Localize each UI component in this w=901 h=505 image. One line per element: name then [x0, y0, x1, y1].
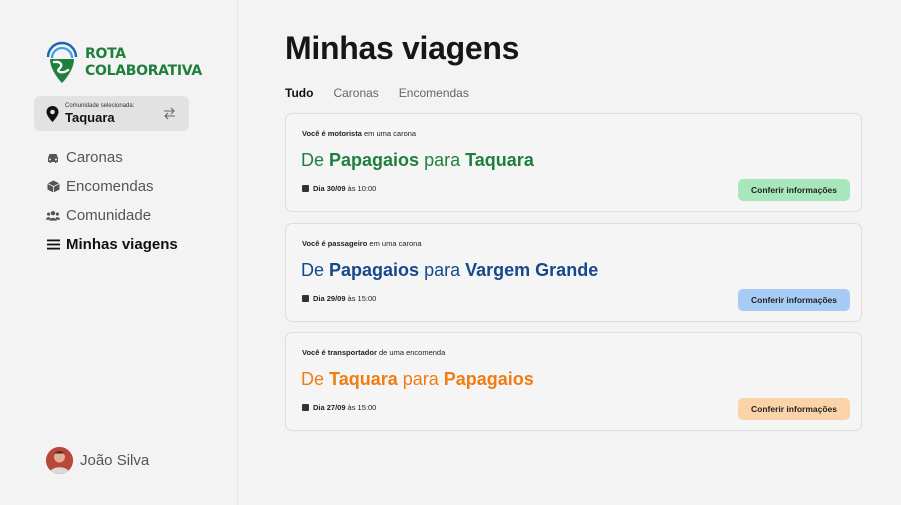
filter-tabs: Tudo Caronas Encomendas [285, 86, 489, 100]
trip-day: Dia 29/09 [313, 294, 346, 303]
community-selector[interactable]: Comunidade selecionada: Taquara [34, 96, 189, 131]
trip-role-highlight: Você é passageiro [302, 239, 368, 248]
box-icon [46, 180, 60, 194]
logo[interactable]: ROTA COLABORATIVA [46, 41, 202, 85]
users-icon [46, 209, 60, 223]
swap-arrows-icon[interactable] [163, 107, 176, 120]
avatar [46, 447, 73, 474]
conferir-informacoes-button[interactable]: Conferir informações [738, 289, 850, 311]
route-para: para [424, 260, 461, 280]
sidebar-item-label: Encomendas [66, 178, 154, 195]
tab-encomendas[interactable]: Encomendas [399, 86, 469, 100]
trip-route: De Papagaios para Taquara [301, 150, 534, 171]
trip-card: Você é motorista em uma carona De Papaga… [285, 113, 862, 212]
sidebar-item-label: Comunidade [66, 207, 152, 224]
route-de: De [301, 369, 325, 389]
logo-text-line1: ROTA [85, 46, 126, 62]
trip-day: Dia 27/09 [313, 403, 346, 412]
trip-route: De Taquara para Papagaios [301, 369, 534, 390]
route-origin: Papagaios [329, 260, 420, 280]
calendar-icon [302, 185, 309, 192]
map-pin-icon [46, 105, 59, 122]
route-para: para [424, 150, 461, 170]
conferir-informacoes-button[interactable]: Conferir informações [738, 179, 850, 201]
tab-caronas[interactable]: Caronas [333, 86, 378, 100]
trip-date: Dia 30/09 às 10:00 [302, 184, 376, 193]
trip-role-highlight: Você é transportador [302, 348, 377, 357]
car-icon [46, 151, 60, 165]
trip-role: Você é passageiro em uma carona [302, 239, 422, 248]
menu-icon [46, 238, 60, 252]
logo-icon [46, 41, 78, 83]
trip-card: Você é transportador de uma encomenda De… [285, 332, 862, 431]
trip-route: De Papagaios para Vargem Grande [301, 260, 598, 281]
trip-date: Dia 29/09 às 15:00 [302, 294, 376, 303]
sidebar-item-label: Minhas viagens [66, 236, 178, 253]
route-destination: Vargem Grande [465, 260, 599, 280]
trip-role-highlight: Você é motorista [302, 129, 362, 138]
route-destination: Papagaios [443, 369, 534, 389]
sidebar: ROTA COLABORATIVA Comunidade selecionada… [0, 0, 238, 505]
sidebar-nav: Caronas Encomendas Comunidade Minhas via… [46, 143, 178, 259]
route-origin: Taquara [329, 369, 398, 389]
trip-role-detail: em uma carona [363, 129, 417, 138]
route-de: De [301, 260, 325, 280]
trip-role-detail: em uma carona [369, 239, 422, 248]
calendar-icon [302, 295, 309, 302]
sidebar-item-label: Caronas [66, 149, 123, 166]
sidebar-item-minhas-viagens[interactable]: Minhas viagens [46, 230, 178, 259]
user-name: João Silva [80, 452, 150, 469]
user-profile[interactable]: João Silva [46, 447, 149, 474]
trip-role-detail: de uma encomenda [378, 348, 446, 357]
trip-day: Dia 30/09 [313, 184, 346, 193]
community-name: Taquara [65, 109, 115, 125]
calendar-icon [302, 404, 309, 411]
logo-text-line2: COLABORATIVA [85, 63, 202, 79]
trip-role: Você é motorista em uma carona [302, 129, 416, 138]
route-de: De [301, 150, 325, 170]
sidebar-item-comunidade[interactable]: Comunidade [46, 201, 178, 230]
trip-time: às 15:00 [347, 403, 377, 412]
route-destination: Taquara [465, 150, 534, 170]
sidebar-item-caronas[interactable]: Caronas [46, 143, 178, 172]
tab-tudo[interactable]: Tudo [285, 86, 313, 100]
conferir-informacoes-button[interactable]: Conferir informações [738, 398, 850, 420]
route-origin: Papagaios [329, 150, 420, 170]
route-para: para [402, 369, 439, 389]
trip-time: às 15:00 [347, 294, 377, 303]
trip-card: Você é passageiro em uma carona De Papag… [285, 223, 862, 322]
trip-time: às 10:00 [347, 184, 377, 193]
trip-role: Você é transportador de uma encomenda [302, 348, 445, 357]
community-caption: Comunidade selecionada: [65, 102, 135, 109]
trip-date: Dia 27/09 às 15:00 [302, 403, 376, 412]
sidebar-item-encomendas[interactable]: Encomendas [46, 172, 178, 201]
page-title: Minhas viagens [285, 30, 520, 66]
